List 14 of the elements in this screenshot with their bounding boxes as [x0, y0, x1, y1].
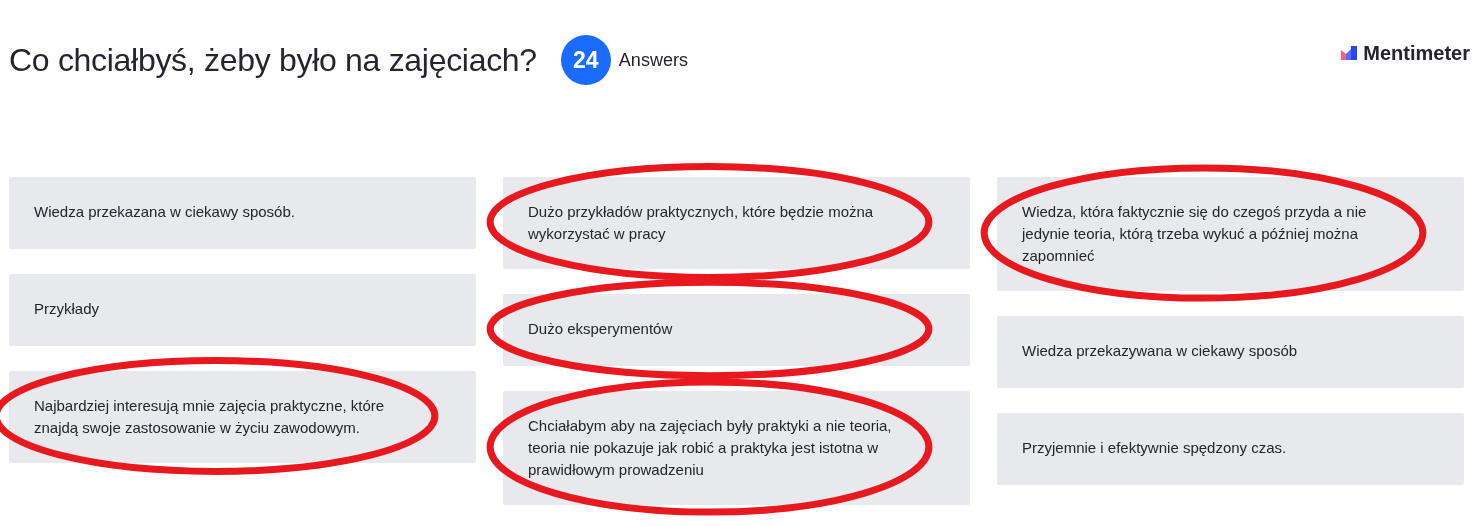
answer-text: Wiedza przekazywana w ciekawy sposób — [1022, 341, 1299, 361]
answer-text: Dużo eksperymentów — [528, 319, 674, 339]
answer-text: Wiedza, która faktycznie się do czegoś przyda a nie jedynie teoria, którą trzeba wykuć a później można zapomnieć — [1022, 202, 1368, 266]
answer-text: Chciałabym aby na zajęciach były praktyki a nie teoria, teoria nie pokazuje jak robić a praktyka jest istotna w prawidłowym prowadzeniu — [528, 416, 893, 480]
answer-text: Dużo przykładów praktycznych, które będzie można wykorzystać w pracy — [528, 202, 875, 244]
answer-text: Najbardziej interesują mnie zajęcia praktyczne, które znajdą swoje zastosowanie w życiu zawodowym. — [34, 396, 386, 438]
answer-text: Przyjemnie i efektywnie spędzony czas. — [1022, 438, 1288, 458]
logo-icon — [1341, 46, 1358, 60]
logo-text: Mentimeter — [1363, 41, 1470, 65]
answers-label: Answers — [618, 49, 688, 71]
answer-text: Przykłady — [34, 299, 101, 319]
answer-text: Wiedza przekazana w ciekawy sposób. — [34, 202, 296, 222]
question-title: Co chciałbyś, żeby było na zajęciach? — [9, 41, 537, 79]
answer-count-badge: 24 — [560, 35, 611, 85]
